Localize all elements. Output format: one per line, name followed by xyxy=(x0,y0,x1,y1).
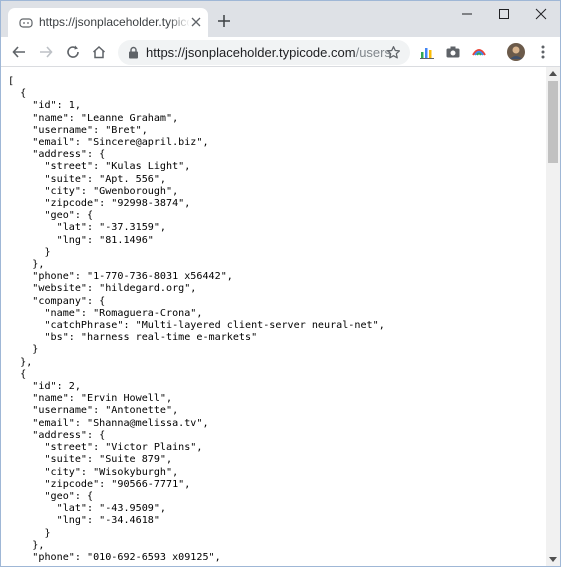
camera-icon[interactable] xyxy=(445,44,461,60)
jsonplaceholder-icon xyxy=(19,18,33,28)
scrollbar-thumb[interactable] xyxy=(548,81,558,163)
home-icon[interactable] xyxy=(91,44,107,60)
json-line: "username": "Antonette", xyxy=(8,405,179,417)
json-line: "name": "Leanne Graham", xyxy=(8,112,179,124)
json-line: "city": "Wisokyburgh", xyxy=(8,466,179,478)
minimize-icon[interactable] xyxy=(460,7,474,21)
json-line: "zipcode": "90566-7771", xyxy=(8,478,191,490)
reload-icon[interactable] xyxy=(65,44,81,60)
lock-icon[interactable] xyxy=(128,46,139,59)
extension-rainbow-icon[interactable] xyxy=(471,44,487,60)
json-line: } xyxy=(8,344,39,356)
json-text: [ { "id": 1, "name": "Leanne Graham", "u… xyxy=(8,76,385,564)
json-line: "company": { xyxy=(8,295,106,307)
scroll-up-arrow-icon[interactable] xyxy=(549,71,557,76)
json-line: "website": "hildegard.org", xyxy=(8,283,197,295)
address-bar[interactable]: https://jsonplaceholder.typicode.com/use… xyxy=(118,40,410,65)
json-line: }, xyxy=(8,259,45,271)
json-line: "lng": "-34.4618" xyxy=(8,515,160,527)
json-line: "bs": "harness real-time e-markets" xyxy=(8,332,258,344)
json-line: "geo": { xyxy=(8,210,94,222)
tab-strip: https://jsonplaceholder.typicode.c xyxy=(1,1,560,37)
json-line: "lng": "81.1496" xyxy=(8,234,154,246)
url-text: https://jsonplaceholder.typicode.com/use… xyxy=(146,45,391,60)
json-line: { xyxy=(8,368,27,380)
json-line: "lat": "-43.9509", xyxy=(8,503,167,515)
maximize-icon[interactable] xyxy=(497,7,511,21)
json-line: "email": "Shanna@melissa.tv", xyxy=(8,417,209,429)
menu-icon[interactable] xyxy=(535,44,551,60)
vertical-scrollbar[interactable] xyxy=(546,67,560,566)
json-line: "suite": "Apt. 556", xyxy=(8,173,167,185)
scroll-down-arrow-icon[interactable] xyxy=(549,557,557,562)
json-line: "name": "Ervin Howell", xyxy=(8,393,173,405)
extension-chart-icon[interactable] xyxy=(419,44,435,60)
json-line: "catchPhrase": "Multi-layered client-ser… xyxy=(8,320,385,332)
url-host: https://jsonplaceholder.typicode.com xyxy=(146,45,356,60)
new-tab-icon[interactable] xyxy=(217,14,231,28)
json-line: "address": { xyxy=(8,429,106,441)
json-line: "street": "Kulas Light", xyxy=(8,161,191,173)
browser-window: https://jsonplaceholder.typicode.c xyxy=(0,0,561,567)
json-line: [ xyxy=(8,76,15,87)
bookmark-star-icon[interactable] xyxy=(386,45,401,60)
json-line: { xyxy=(8,88,27,100)
page-content: [ { "id": 1, "name": "Leanne Graham", "u… xyxy=(1,67,546,566)
json-line: "geo": { xyxy=(8,490,94,502)
json-line: "email": "Sincere@april.biz", xyxy=(8,137,209,149)
json-line: } xyxy=(8,246,51,258)
close-icon[interactable] xyxy=(190,16,202,28)
json-line: "id": 1, xyxy=(8,100,81,112)
json-line: "id": 2, xyxy=(8,381,81,393)
forward-icon[interactable] xyxy=(38,44,54,60)
json-line: }, xyxy=(8,539,45,551)
json-line: "address": { xyxy=(8,149,106,161)
json-line: "username": "Bret", xyxy=(8,124,148,136)
json-line: "city": "Gwenborough", xyxy=(8,185,179,197)
json-line: } xyxy=(8,527,51,539)
json-line: "name": "Romaguera-Crona", xyxy=(8,307,203,319)
json-line: }, xyxy=(8,356,33,368)
json-line: "phone": "1-770-736-8031 x56442", xyxy=(8,271,233,283)
toolbar: https://jsonplaceholder.typicode.com/use… xyxy=(1,37,560,67)
json-line: "lat": "-37.3159", xyxy=(8,222,167,234)
window-close-icon[interactable] xyxy=(534,7,548,21)
avatar[interactable] xyxy=(507,43,525,61)
json-line: "zipcode": "92998-3874", xyxy=(8,198,191,210)
tab-users[interactable]: https://jsonplaceholder.typicode.c xyxy=(8,8,208,37)
json-line: "street": "Victor Plains", xyxy=(8,442,203,454)
json-line: "phone": "010-692-6593 x09125", xyxy=(8,551,221,563)
json-line: "suite": "Suite 879", xyxy=(8,454,173,466)
back-icon[interactable] xyxy=(11,44,27,60)
tab-title: https://jsonplaceholder.typicode.c xyxy=(39,15,189,29)
